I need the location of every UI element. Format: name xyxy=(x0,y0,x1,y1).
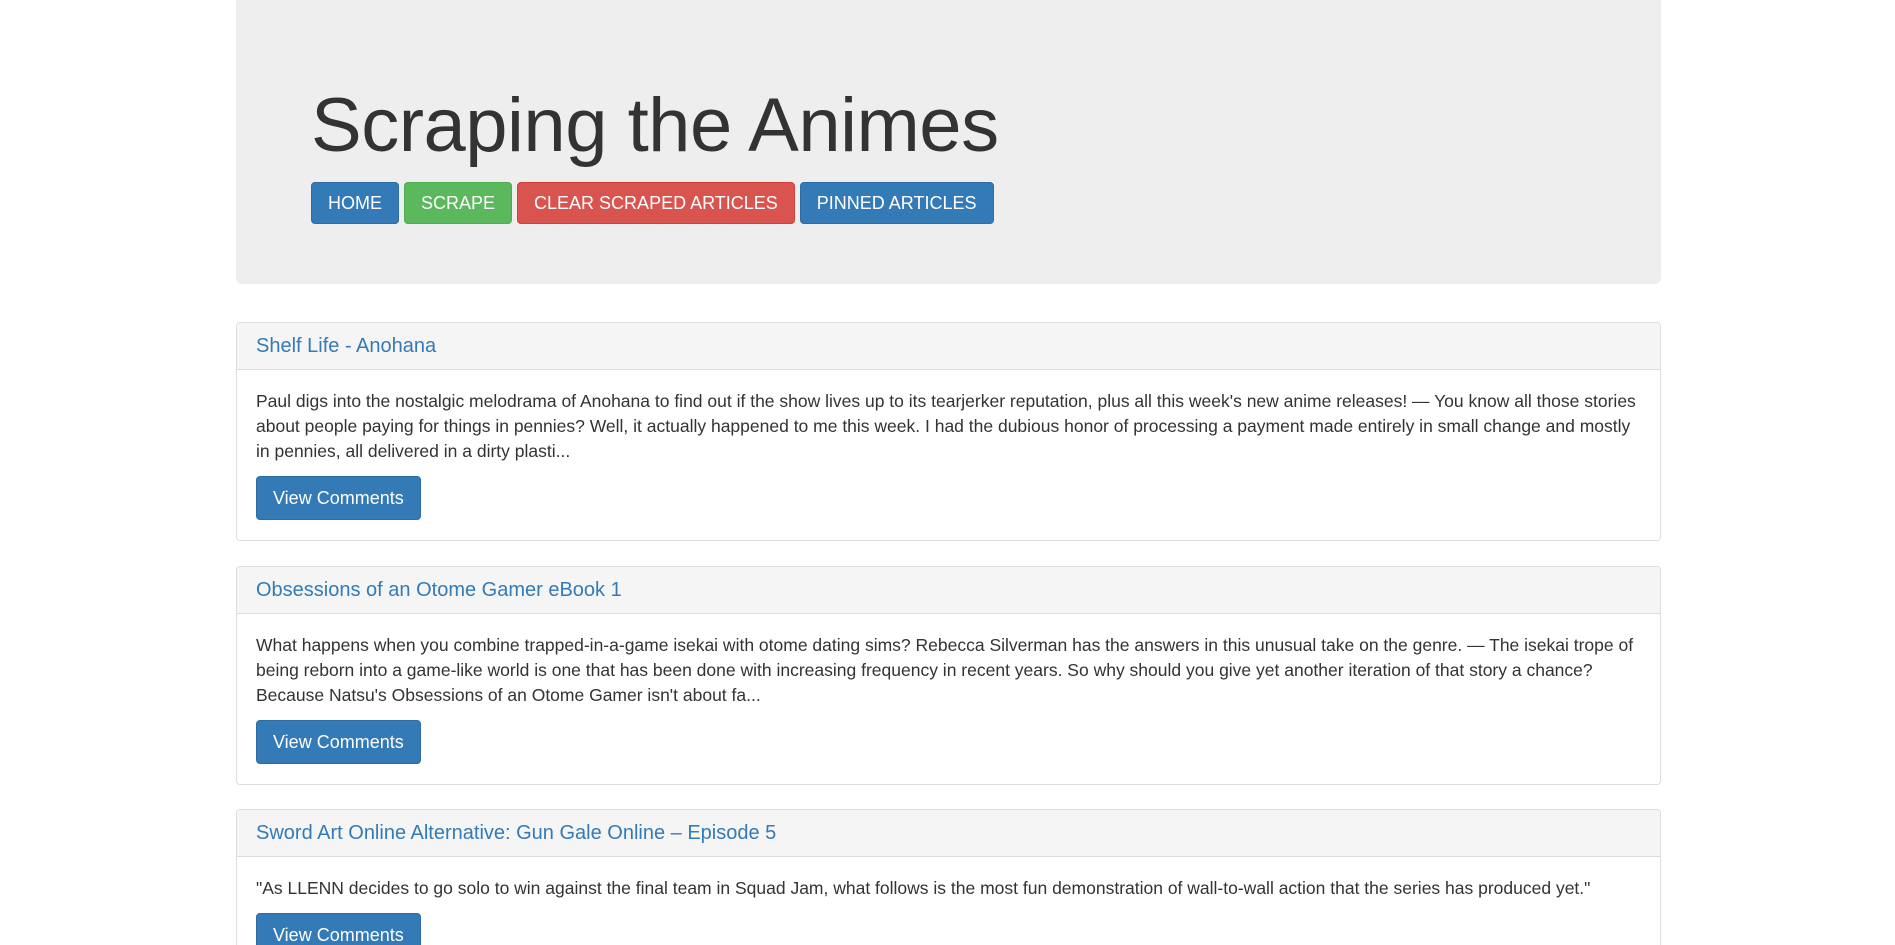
article-heading: Obsessions of an Otome Gamer eBook 1 xyxy=(237,567,1660,614)
home-button[interactable]: HOME xyxy=(311,182,399,224)
article-body: What happens when you combine trapped-in… xyxy=(237,614,1660,782)
nav-buttons: HOME SCRAPE CLEAR SCRAPED ARTICLES PINNE… xyxy=(311,182,1661,224)
scrape-button[interactable]: SCRAPE xyxy=(404,182,513,224)
view-comments-button[interactable]: View Comments xyxy=(256,720,421,764)
article-title-link[interactable]: Sword Art Online Alternative: Gun Gale O… xyxy=(256,822,776,844)
main-container: Scraping the Animes HOME SCRAPE CLEAR SC… xyxy=(236,0,1661,945)
article-title-link[interactable]: Obsessions of an Otome Gamer eBook 1 xyxy=(256,579,622,601)
article-summary: What happens when you combine trapped-in… xyxy=(256,635,1634,705)
article-body: Paul digs into the nostalgic melodrama o… xyxy=(237,370,1660,538)
header-jumbotron: Scraping the Animes HOME SCRAPE CLEAR SC… xyxy=(236,0,1661,284)
article-panel: Obsessions of an Otome Gamer eBook 1 Wha… xyxy=(236,566,1661,785)
article-body: "As LLENN decides to go solo to win agai… xyxy=(237,857,1660,945)
article-heading: Sword Art Online Alternative: Gun Gale O… xyxy=(237,810,1660,857)
article-panel: Shelf Life - Anohana Paul digs into the … xyxy=(236,322,1661,541)
view-comments-button[interactable]: View Comments xyxy=(256,913,421,945)
article-summary: Paul digs into the nostalgic melodrama o… xyxy=(256,391,1636,461)
clear-scraped-articles-button[interactable]: CLEAR SCRAPED ARTICLES xyxy=(517,182,795,224)
article-heading: Shelf Life - Anohana xyxy=(237,323,1660,370)
article-summary: "As LLENN decides to go solo to win agai… xyxy=(256,878,1591,898)
page-title: Scraping the Animes xyxy=(311,83,999,168)
article-title-link[interactable]: Shelf Life - Anohana xyxy=(256,335,436,357)
pinned-articles-button[interactable]: PINNED ARTICLES xyxy=(799,182,994,224)
article-panel: Sword Art Online Alternative: Gun Gale O… xyxy=(236,809,1661,945)
view-comments-button[interactable]: View Comments xyxy=(256,476,421,520)
